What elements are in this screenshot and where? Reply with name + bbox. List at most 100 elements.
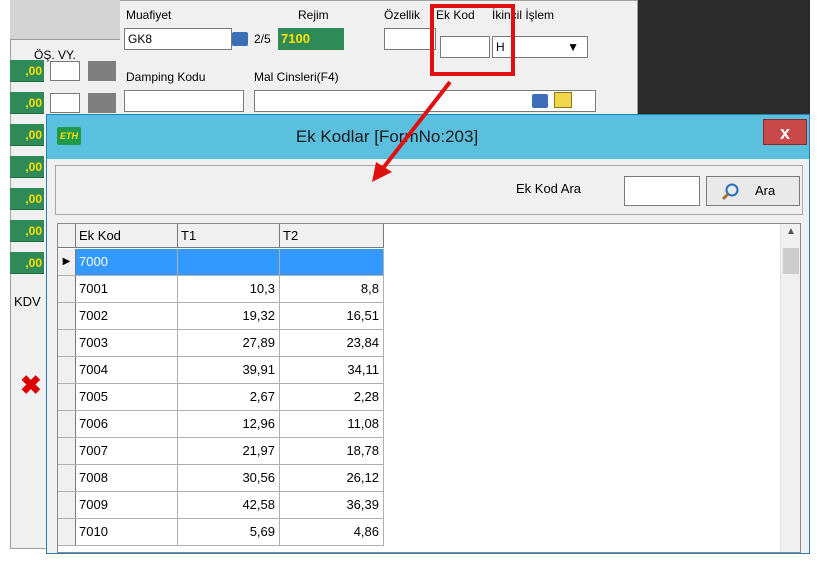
table-row[interactable]: 7006 12,96 11,08 — [58, 411, 384, 438]
row-indicator — [58, 276, 76, 302]
table-row[interactable]: 7004 39,91 34,11 — [58, 357, 384, 384]
cell-t2[interactable]: 4,86 — [280, 519, 384, 545]
ozellik-label: Özellik — [384, 8, 421, 22]
left-value-cell: ,00 — [10, 92, 44, 114]
row-indicator — [58, 492, 76, 518]
cell-t2[interactable]: 34,11 — [280, 357, 384, 383]
vertical-scrollbar[interactable]: ▲ — [780, 224, 800, 552]
cancel-icon[interactable]: ✖ — [20, 370, 42, 401]
cell-t1[interactable] — [178, 249, 280, 275]
cell-ek-kod[interactable]: 7008 — [76, 465, 178, 491]
cell-ek-kod[interactable]: 7000 — [76, 249, 178, 275]
table-row[interactable]: 7002 19,32 16,51 — [58, 303, 384, 330]
cell-ek-kod[interactable]: 7004 — [76, 357, 178, 383]
left-value-cell: ,00 — [10, 188, 44, 210]
cell-ek-kod[interactable]: 7006 — [76, 411, 178, 437]
top-form: Muafiyet GK8 2/5 Rejim 7100 Özellik Ek K… — [120, 0, 638, 120]
current-row-icon: ▶ — [58, 249, 76, 275]
left-value-cell: ,00 — [10, 60, 44, 82]
muafiyet-label: Muafiyet — [126, 8, 172, 22]
cell-ek-kod[interactable]: 7002 — [76, 303, 178, 329]
column-header-t1[interactable]: T1 — [178, 224, 280, 248]
ek-kod-highlight — [430, 4, 515, 76]
cell-t2[interactable]: 23,84 — [280, 330, 384, 356]
table-row[interactable]: 7008 30,56 26,12 — [58, 465, 384, 492]
cell-t2[interactable] — [280, 249, 384, 275]
left-value-cell: ,00 — [10, 124, 44, 146]
chevron-down-icon: ▼ — [567, 40, 579, 54]
cell-t2[interactable]: 18,78 — [280, 438, 384, 464]
row-indicator — [58, 330, 76, 356]
cell-ek-kod[interactable]: 7003 — [76, 330, 178, 356]
left-value-cell: ,00 — [10, 252, 44, 274]
row-indicator — [58, 438, 76, 464]
search-icon — [721, 183, 739, 201]
kdv-label: KDV — [14, 294, 41, 309]
search-button[interactable]: Ara — [706, 176, 800, 206]
cell-t1[interactable]: 19,32 — [178, 303, 280, 329]
grid-header: Ek Kod T1 T2 — [58, 224, 384, 248]
left-grey-cell — [88, 61, 116, 81]
table-row[interactable]: 7005 2,67 2,28 — [58, 384, 384, 411]
row-indicator — [58, 465, 76, 491]
column-header-t2[interactable]: T2 — [280, 224, 384, 248]
cell-t1[interactable]: 27,89 — [178, 330, 280, 356]
cell-t2[interactable]: 16,51 — [280, 303, 384, 329]
ek-kodlar-dialog: ETH Ek Kodlar [FormNo:203] x Ek Kod Ara … — [46, 114, 810, 554]
left-value-cell: ,00 — [10, 156, 44, 178]
cell-ek-kod[interactable]: 7010 — [76, 519, 178, 545]
edit-icon[interactable] — [554, 92, 572, 108]
table-row[interactable]: 7007 21,97 18,78 — [58, 438, 384, 465]
column-header-ek-kod[interactable]: Ek Kod — [76, 224, 178, 248]
damping-kodu-label: Damping Kodu — [126, 70, 206, 84]
cell-ek-kod[interactable]: 7009 — [76, 492, 178, 518]
cell-t1[interactable]: 30,56 — [178, 465, 280, 491]
search-input[interactable] — [624, 176, 700, 206]
cell-t2[interactable]: 8,8 — [280, 276, 384, 302]
scroll-thumb[interactable] — [783, 248, 799, 274]
left-value-cell: ,00 — [10, 220, 44, 242]
cell-t2[interactable]: 26,12 — [280, 465, 384, 491]
scroll-up-icon[interactable]: ▲ — [781, 226, 800, 242]
cell-t2[interactable]: 36,39 — [280, 492, 384, 518]
table-row[interactable]: 7001 10,3 8,8 — [58, 276, 384, 303]
cell-t1[interactable]: 39,91 — [178, 357, 280, 383]
table-row[interactable]: 7003 27,89 23,84 — [58, 330, 384, 357]
cell-t1[interactable]: 21,97 — [178, 438, 280, 464]
lookup-icon[interactable] — [532, 94, 548, 108]
row-indicator — [58, 384, 76, 410]
cell-t2[interactable]: 2,28 — [280, 384, 384, 410]
cell-ek-kod[interactable]: 7005 — [76, 384, 178, 410]
left-grey-cell — [88, 93, 116, 113]
lookup-icon[interactable] — [232, 32, 248, 46]
left-panel-header — [10, 0, 120, 40]
search-button-label: Ara — [755, 183, 776, 198]
left-input-cell[interactable] — [50, 93, 80, 113]
rejim-field[interactable]: 7100 — [278, 28, 344, 50]
damping-kodu-field[interactable] — [124, 90, 244, 112]
muafiyet-field[interactable]: GK8 — [124, 28, 232, 50]
table-row[interactable]: 7010 5,69 4,86 — [58, 519, 384, 546]
table-row[interactable]: ▶ 7000 — [58, 249, 384, 276]
cell-ek-kod[interactable]: 7007 — [76, 438, 178, 464]
cell-t2[interactable]: 11,08 — [280, 411, 384, 437]
ek-kod-grid: Ek Kod T1 T2 ▶ 7000 7001 10,3 8,8 7002 19,32 16… — [57, 223, 801, 553]
ozellik-field[interactable] — [384, 28, 436, 50]
cell-t1[interactable]: 12,96 — [178, 411, 280, 437]
row-indicator — [58, 357, 76, 383]
row-indicator — [58, 519, 76, 545]
dialog-title-bar[interactable]: ETH Ek Kodlar [FormNo:203] x — [47, 115, 809, 159]
cell-t1[interactable]: 5,69 — [178, 519, 280, 545]
cell-t1[interactable]: 10,3 — [178, 276, 280, 302]
close-button[interactable]: x — [763, 119, 807, 145]
cell-t1[interactable]: 2,67 — [178, 384, 280, 410]
cell-t1[interactable]: 42,58 — [178, 492, 280, 518]
search-bar: Ek Kod Ara Ara — [55, 165, 803, 215]
page-indicator: 2/5 — [254, 32, 271, 46]
left-input-cell[interactable] — [50, 61, 80, 81]
table-row[interactable]: 7009 42,58 36,39 — [58, 492, 384, 519]
cell-ek-kod[interactable]: 7001 — [76, 276, 178, 302]
row-indicator — [58, 303, 76, 329]
rejim-label: Rejim — [298, 8, 329, 22]
header-indicator-cell — [58, 224, 76, 248]
